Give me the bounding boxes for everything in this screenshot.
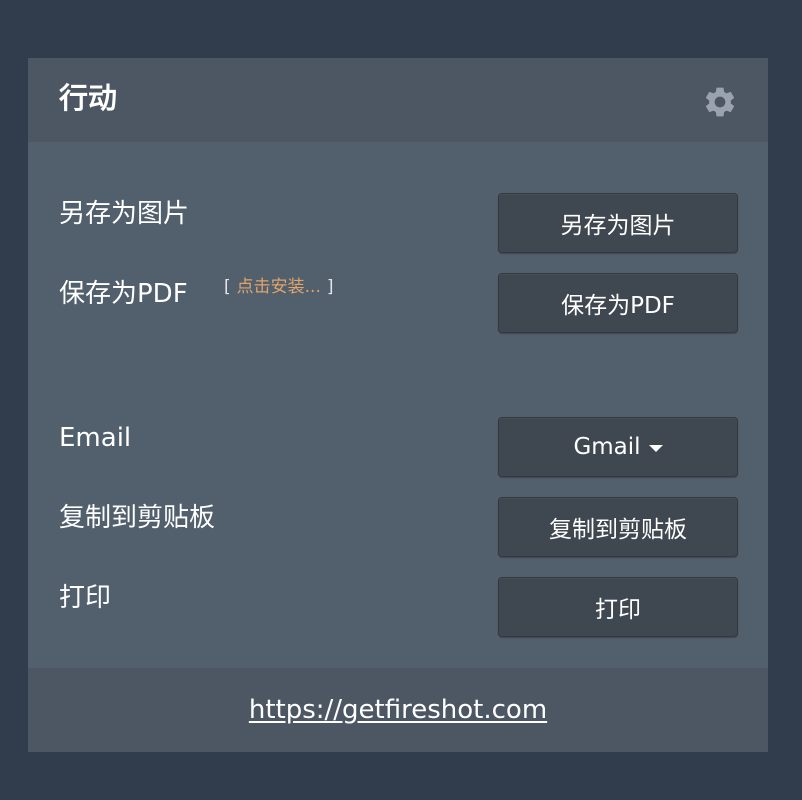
- clipboard-label: 复制到剪贴板: [59, 503, 216, 533]
- actions-panel: 行动 另存为图片 另存为图片 保存为PDF [ 点击安装...] 保存为PDF E…: [28, 58, 768, 752]
- email-label: Email: [59, 423, 132, 453]
- install-bracket-close: ]: [326, 277, 334, 297]
- print-button[interactable]: 打印: [498, 577, 738, 637]
- save-image-label: 另存为图片: [59, 199, 190, 229]
- panel-footer: https://getfireshot.com: [28, 668, 768, 752]
- install-bracket-open: [: [224, 277, 231, 297]
- email-gmail-dropdown[interactable]: Gmail: [498, 417, 738, 477]
- install-link[interactable]: 点击安装...: [237, 277, 321, 297]
- copy-clipboard-button[interactable]: 复制到剪贴板: [498, 497, 738, 557]
- panel-header: 行动: [28, 58, 768, 142]
- website-link[interactable]: https://getfireshot.com: [249, 695, 547, 725]
- caret-down-icon: [648, 445, 663, 452]
- save-image-button-label: 另存为图片: [560, 213, 676, 239]
- panel-title: 行动: [59, 81, 118, 115]
- print-button-label: 打印: [595, 597, 641, 623]
- install-hint: [ 点击安装...]: [224, 276, 334, 298]
- copy-clipboard-button-label: 复制到剪贴板: [549, 517, 687, 543]
- save-pdf-label: 保存为PDF: [59, 279, 188, 309]
- save-pdf-button[interactable]: 保存为PDF: [498, 273, 738, 333]
- save-image-button[interactable]: 另存为图片: [498, 193, 738, 253]
- save-pdf-button-label: 保存为PDF: [561, 293, 675, 319]
- email-button-label: Gmail: [573, 434, 641, 460]
- gear-icon[interactable]: [702, 84, 738, 120]
- print-label: 打印: [59, 583, 112, 613]
